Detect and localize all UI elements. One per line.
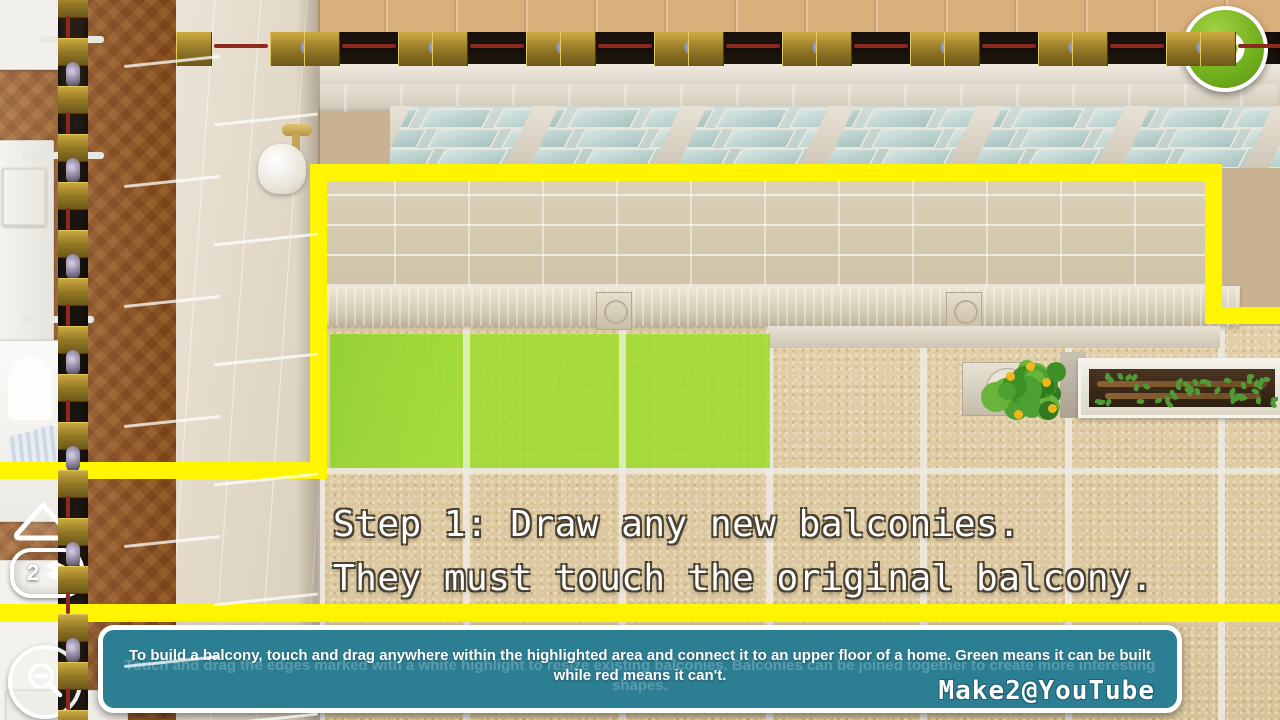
skylight-pane	[714, 108, 789, 129]
wall-trim-wire	[66, 16, 70, 38]
roof-trim-brass	[560, 32, 596, 66]
skylight-pane	[722, 128, 797, 149]
roof-trim-brass	[688, 32, 724, 66]
highlight-frame-left	[310, 164, 327, 479]
skylight-pane	[574, 128, 649, 149]
wall-trim-wire	[66, 208, 70, 230]
wall-trim-brass	[58, 566, 88, 594]
wall-trim-bulb	[66, 638, 80, 664]
step-instruction-line1: Step 1: Draw any new balconies.	[333, 504, 1020, 545]
ledge-medallion	[946, 292, 982, 330]
skylight-pane	[870, 128, 945, 149]
planter-vine-leaf	[1195, 388, 1201, 396]
roof-trim-band	[176, 32, 1280, 66]
wall-trim-bulb	[66, 254, 80, 280]
roof-trim-wire	[342, 44, 396, 48]
game-screen: Step 1: Draw any new balconies. They mus…	[0, 0, 1280, 720]
skylight-pane	[862, 108, 937, 129]
tile-gridline	[176, 468, 1280, 474]
bush-flower	[1006, 372, 1015, 381]
buildable-cell-divider	[463, 334, 470, 468]
roof-trim-wire	[1110, 44, 1164, 48]
wall-trim-bulb	[66, 350, 80, 376]
skylight-pane	[418, 108, 493, 129]
tooltip-bar[interactable]: To build a balcony, touch and drag anywh…	[98, 625, 1182, 713]
wall-trim-brass	[58, 662, 88, 690]
wall-trim-wire	[66, 496, 70, 518]
skylight-pane	[1010, 108, 1085, 129]
roof-trim-wire	[982, 44, 1036, 48]
cabinet-panel	[2, 168, 46, 226]
roof-planks	[176, 0, 1280, 34]
roof-trim-wire	[1238, 44, 1280, 48]
roof-trim-brass	[432, 32, 468, 66]
shelf-unit	[0, 0, 60, 70]
wall-trim-brass	[58, 470, 88, 498]
roof-trim-brass	[816, 32, 852, 66]
bush-leaf-cluster	[998, 382, 1016, 400]
railing-ledge	[300, 286, 1240, 326]
sofa-cushion	[8, 356, 52, 420]
highlight-bar-bottom	[0, 604, 1280, 622]
wall-trim-bulb	[66, 62, 80, 88]
floor-number: 2	[27, 560, 39, 586]
wall-trim-wire	[66, 304, 70, 326]
skylight-pane	[1158, 108, 1233, 129]
wall-trim-bulb	[66, 158, 80, 184]
bush-flower	[1026, 362, 1035, 371]
skylight-pane	[426, 128, 501, 149]
watermark: Make2@YouTube	[939, 676, 1156, 706]
planter-vine-leaf	[1176, 383, 1181, 390]
wall-trim-brass	[58, 278, 88, 306]
bush-flower	[1048, 404, 1057, 413]
wall-trim-wire	[66, 112, 70, 134]
highlight-frame-right	[1205, 164, 1222, 324]
skylight-pane	[566, 108, 641, 129]
wall-trim-bulb	[66, 542, 80, 568]
step-instruction-line2: They must touch the original balcony.	[333, 558, 1153, 599]
roof-trim-wire	[214, 44, 268, 48]
wall-trim-brass	[58, 710, 88, 720]
bush-flower	[1042, 378, 1051, 387]
wall-trim-wire	[66, 592, 70, 614]
wall-trim-bulb	[66, 446, 80, 472]
wall-trim-brass	[58, 0, 88, 18]
roof-trim-wire	[726, 44, 780, 48]
planter-vine-leaf	[1241, 382, 1246, 389]
roof-trim-brass	[944, 32, 980, 66]
bush-flower	[1014, 410, 1023, 419]
deck-slab	[768, 326, 1220, 348]
glass-skylight-strip	[390, 106, 1280, 168]
planter-vine-leaf	[1271, 397, 1278, 402]
cornice-upper	[176, 64, 1280, 84]
buildable-cell-divider	[619, 334, 626, 468]
vine-planter-box	[1078, 358, 1280, 418]
roof-trim-wire	[854, 44, 908, 48]
step-instruction: Step 1: Draw any new balconies. They mus…	[0, 498, 1280, 606]
skylight-pane	[1018, 128, 1093, 149]
wall-trim-brass	[58, 86, 88, 114]
roof-trim-brass	[304, 32, 340, 66]
wall-trim-wire	[66, 688, 70, 710]
roof-trim-brass	[1200, 32, 1236, 66]
wall-trim-wire	[66, 400, 70, 422]
stone-brick-wall	[320, 168, 1220, 286]
skylight-pane	[1166, 128, 1241, 149]
roof-trim-wire	[598, 44, 652, 48]
highlight-frame-right-bottom	[1205, 307, 1280, 324]
wall-trim-brass	[58, 182, 88, 210]
roof-trim-wire	[470, 44, 524, 48]
wall-trim-brass	[58, 374, 88, 402]
ledge-medallion	[596, 292, 632, 330]
ceiling-lamp-globe	[258, 144, 306, 194]
buildable-area-recess	[330, 334, 460, 468]
highlight-frame-top	[310, 164, 1222, 181]
roof-trim-brass	[1072, 32, 1108, 66]
planter-vine-leaf	[1165, 396, 1171, 403]
